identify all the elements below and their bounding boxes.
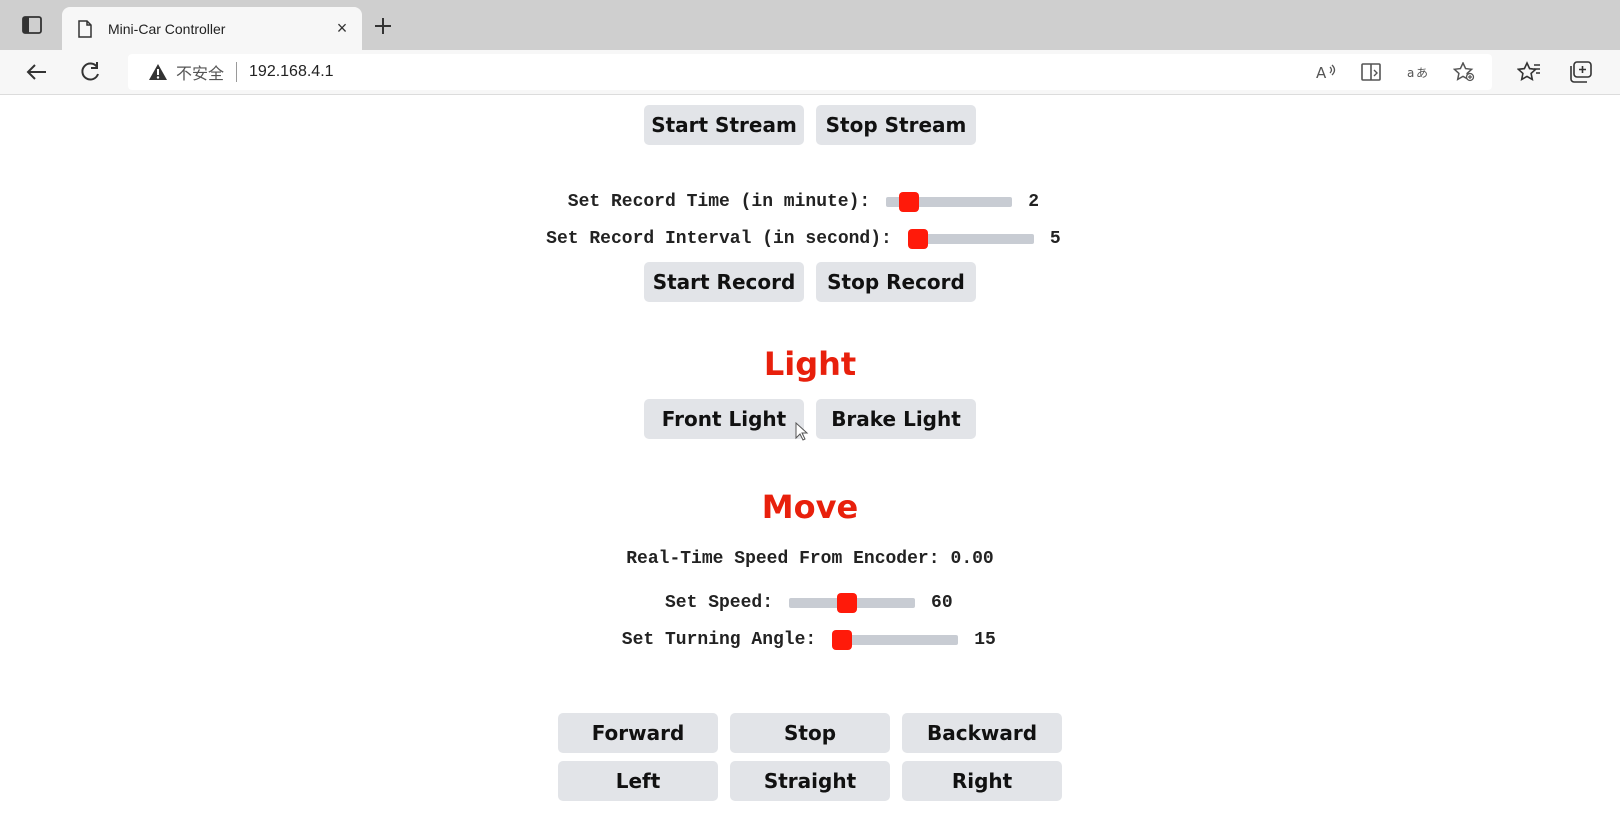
front-light-button[interactable]: Front Light	[644, 399, 804, 439]
stop-record-button[interactable]: Stop Record	[816, 262, 976, 302]
immersive-reader-icon[interactable]	[1358, 60, 1386, 84]
record-interval-row: Set Record Interval (in second): 5	[0, 228, 1620, 250]
turning-angle-label: Set Turning Angle:	[621, 630, 817, 650]
record-time-label: Set Record Time (in minute):	[567, 192, 871, 212]
tab-close-icon[interactable]: ×	[328, 15, 356, 43]
mouse-cursor-icon	[795, 422, 809, 441]
browser-toolbar: 不安全 192.168.4.1 A aあ	[0, 50, 1620, 95]
security-label[interactable]: 不安全	[176, 60, 224, 84]
favorites-icon[interactable]	[1512, 57, 1546, 87]
svg-text:a: a	[1407, 66, 1414, 80]
new-tab-icon[interactable]	[368, 12, 398, 40]
browser-tab-bar: Mini-Car Controller ×	[0, 0, 1620, 50]
record-controls: Start Record Stop Record	[0, 262, 1620, 302]
record-time-row: Set Record Time (in minute): 2	[0, 191, 1620, 213]
svg-text:あ: あ	[1416, 66, 1428, 80]
straight-button[interactable]: Straight	[730, 761, 890, 801]
speed-readout-row: Real-Time Speed From Encoder: 0.00	[0, 548, 1620, 570]
right-button[interactable]: Right	[902, 761, 1062, 801]
start-stream-button[interactable]: Start Stream	[644, 105, 804, 145]
tab-actions-icon[interactable]	[14, 13, 50, 37]
collections-icon[interactable]	[1564, 57, 1598, 87]
drive-controls-row-2: Left Straight Right	[0, 761, 1620, 801]
record-interval-slider[interactable]	[907, 229, 1034, 249]
turning-angle-value: 15	[974, 630, 996, 650]
address-separator	[236, 62, 238, 82]
record-time-slider-thumb[interactable]	[898, 192, 919, 212]
light-controls: Front Light Brake Light	[0, 399, 1620, 439]
start-record-button[interactable]: Start Record	[644, 262, 804, 302]
drive-controls-row-1: Forward Stop Backward	[0, 713, 1620, 753]
browser-tab[interactable]: Mini-Car Controller ×	[62, 7, 362, 50]
page-content: Start Stream Stop Stream Set Record Time…	[0, 95, 1620, 824]
set-speed-row: Set Speed: 60	[0, 592, 1620, 614]
speed-readout-label: Real-Time Speed From Encoder:	[626, 549, 940, 569]
turning-angle-slider[interactable]	[832, 630, 959, 650]
speed-slider[interactable]	[789, 593, 916, 613]
speed-slider-thumb[interactable]	[836, 593, 857, 613]
stop-button[interactable]: Stop	[730, 713, 890, 753]
turning-angle-row: Set Turning Angle: 15	[0, 629, 1620, 651]
read-aloud-icon[interactable]: A	[1312, 60, 1340, 84]
warning-icon[interactable]	[148, 62, 168, 82]
address-bar[interactable]: 不安全 192.168.4.1 A aあ	[128, 54, 1492, 90]
refresh-icon[interactable]	[74, 57, 106, 87]
move-heading: Move	[761, 488, 859, 526]
stop-stream-button[interactable]: Stop Stream	[816, 105, 976, 145]
record-interval-label: Set Record Interval (in second):	[546, 229, 892, 249]
turning-angle-slider-thumb[interactable]	[832, 630, 853, 650]
set-speed-label: Set Speed:	[664, 593, 774, 613]
page-icon	[76, 19, 94, 39]
record-interval-value: 5	[1049, 229, 1061, 249]
stream-controls: Start Stream Stop Stream	[0, 105, 1620, 145]
back-arrow-icon[interactable]	[20, 57, 52, 87]
record-time-slider[interactable]	[886, 192, 1013, 212]
tab-title: Mini-Car Controller	[108, 20, 226, 37]
translate-icon[interactable]: aあ	[1404, 60, 1432, 84]
record-time-value: 2	[1028, 192, 1040, 212]
url-text[interactable]: 192.168.4.1	[249, 63, 334, 81]
record-interval-slider-thumb[interactable]	[907, 229, 928, 249]
forward-button[interactable]: Forward	[558, 713, 718, 753]
speed-value: 60	[931, 593, 953, 613]
left-button[interactable]: Left	[558, 761, 718, 801]
backward-button[interactable]: Backward	[902, 713, 1062, 753]
svg-text:A: A	[1316, 64, 1327, 81]
light-heading: Light	[763, 345, 857, 383]
add-favorite-icon[interactable]	[1450, 60, 1478, 84]
brake-light-button[interactable]: Brake Light	[816, 399, 976, 439]
speed-readout-value: 0.00	[950, 549, 994, 569]
